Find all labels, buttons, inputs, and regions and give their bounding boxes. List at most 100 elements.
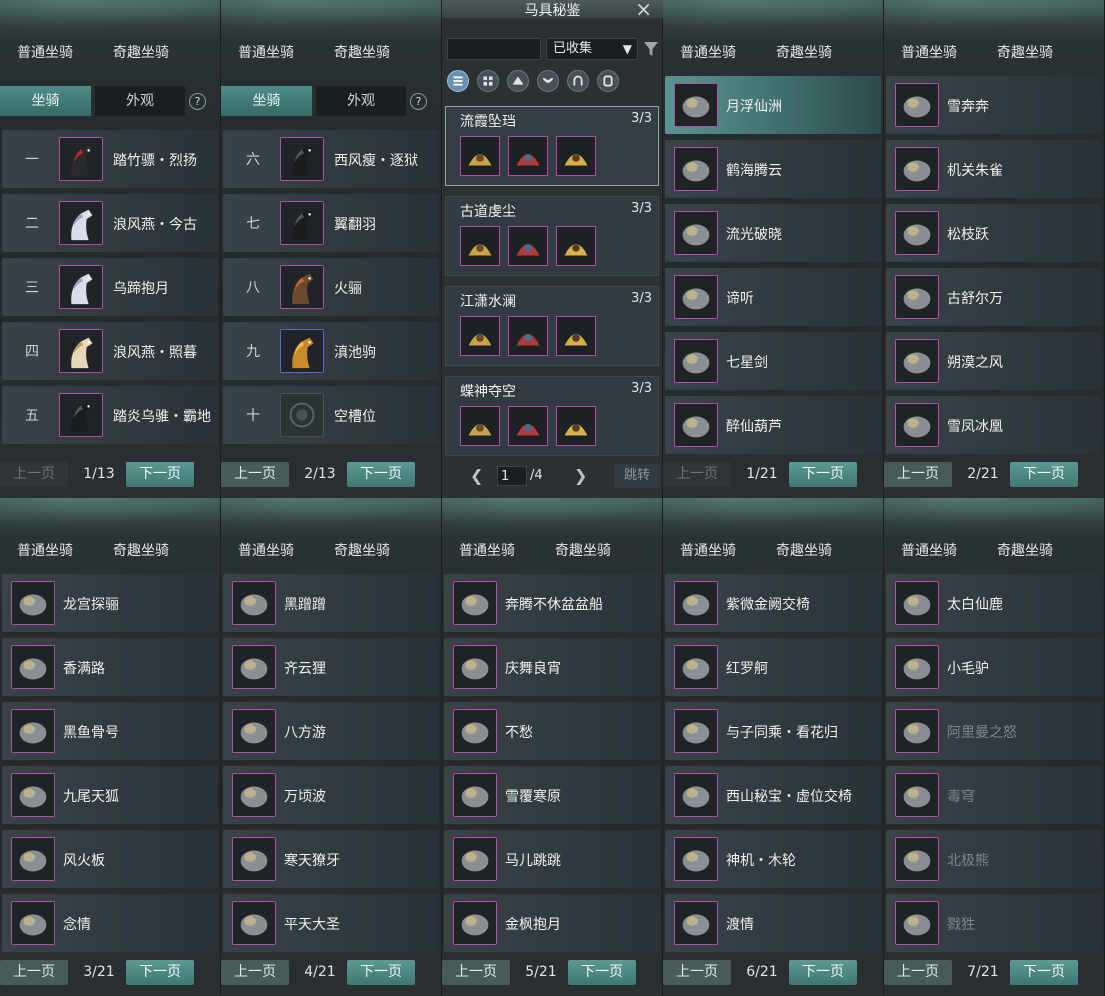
- next-page-button[interactable]: 下一页: [347, 960, 415, 985]
- mount-row[interactable]: 小毛驴: [886, 638, 1102, 696]
- red-saddle-icon[interactable]: [508, 316, 548, 356]
- next-page-button[interactable]: 下一页: [789, 960, 857, 985]
- mount-row[interactable]: 毒穹: [886, 766, 1102, 824]
- mount-row[interactable]: 北极熊: [886, 830, 1102, 888]
- tab-normal-mount[interactable]: 普通坐骑: [238, 540, 294, 560]
- prev-page-button[interactable]: 上一页: [221, 462, 289, 487]
- mount-row[interactable]: 金枫抱月: [444, 894, 660, 952]
- tab-mount[interactable]: 坐骑: [221, 86, 312, 116]
- mount-row[interactable]: 五 踏炎乌骓・霸地: [2, 386, 218, 444]
- prev-page-button[interactable]: 上一页: [442, 960, 510, 985]
- mount-row[interactable]: 寒天獠牙: [223, 830, 439, 888]
- horseshoe-icon[interactable]: [567, 70, 589, 92]
- mount-row[interactable]: 机关朱雀: [886, 140, 1102, 198]
- gold-bridle-icon[interactable]: [460, 226, 500, 266]
- grid-icon[interactable]: [477, 70, 499, 92]
- mount-row[interactable]: 奔腾不休盆盆船: [444, 574, 660, 632]
- mount-row[interactable]: 香满路: [2, 638, 218, 696]
- mount-row[interactable]: 七 翼翻羽: [223, 194, 439, 252]
- tab-fun-mount[interactable]: 奇趣坐骑: [776, 42, 832, 62]
- mount-row[interactable]: 雪凤冰凰: [886, 396, 1102, 454]
- gold-head-armor-icon[interactable]: [460, 136, 500, 176]
- mount-row[interactable]: 戮狌: [886, 894, 1102, 952]
- mount-row[interactable]: 马儿跳跳: [444, 830, 660, 888]
- prev-page-button[interactable]: 上一页: [663, 462, 731, 487]
- gold-saddle-icon[interactable]: [508, 226, 548, 266]
- prev-page-button[interactable]: 上一页: [0, 960, 68, 985]
- next-page-button[interactable]: 下一页: [1010, 960, 1078, 985]
- red-saddle-icon[interactable]: [508, 136, 548, 176]
- mount-row[interactable]: 太白仙鹿: [886, 574, 1102, 632]
- mount-row[interactable]: 三 乌蹄抱月: [2, 258, 218, 316]
- mount-row[interactable]: 八方游: [223, 702, 439, 760]
- prev-page-button[interactable]: 上一页: [0, 462, 68, 487]
- blue-chest-icon[interactable]: [460, 316, 500, 356]
- mount-row[interactable]: 红罗舸: [665, 638, 881, 696]
- saddle-icon[interactable]: [507, 70, 529, 92]
- mount-row[interactable]: 八 火骊: [223, 258, 439, 316]
- tab-appearance[interactable]: 外观: [95, 86, 185, 116]
- prev-page-button[interactable]: 上一页: [884, 462, 952, 487]
- tab-fun-mount[interactable]: 奇趣坐骑: [997, 42, 1053, 62]
- tab-fun-mount[interactable]: 奇趣坐骑: [555, 540, 611, 560]
- mount-row[interactable]: 十 空槽位: [223, 386, 439, 444]
- mount-row[interactable]: 松枝跃: [886, 204, 1102, 262]
- purple-saddle-icon[interactable]: [508, 406, 548, 446]
- prev-page-button[interactable]: 上一页: [884, 960, 952, 985]
- mount-row[interactable]: 黑蹭蹭: [223, 574, 439, 632]
- mount-row[interactable]: 月浮仙洲: [665, 76, 881, 134]
- tab-normal-mount[interactable]: 普通坐骑: [680, 42, 736, 62]
- mount-row[interactable]: 六 西风瘦・逐狱: [223, 130, 439, 188]
- mount-row[interactable]: 雪覆寒原: [444, 766, 660, 824]
- gold-horn-icon[interactable]: [556, 226, 596, 266]
- tab-fun-mount[interactable]: 奇趣坐骑: [113, 42, 169, 62]
- mount-row[interactable]: 龙宫探骊: [2, 574, 218, 632]
- next-page-button[interactable]: 下一页: [347, 462, 415, 487]
- tab-normal-mount[interactable]: 普通坐骑: [238, 42, 294, 62]
- tab-fun-mount[interactable]: 奇趣坐骑: [334, 540, 390, 560]
- tab-fun-mount[interactable]: 奇趣坐骑: [776, 540, 832, 560]
- mount-row[interactable]: 一 踏竹骠・烈扬: [2, 130, 218, 188]
- mount-row[interactable]: 醉仙葫芦: [665, 396, 881, 454]
- mount-row[interactable]: 西山秘宝・虚位交椅: [665, 766, 881, 824]
- mount-row[interactable]: 不愁: [444, 702, 660, 760]
- mount-row[interactable]: 古舒尔万: [886, 268, 1102, 326]
- list-icon[interactable]: [447, 70, 469, 92]
- next-page-button[interactable]: 下一页: [789, 462, 857, 487]
- tab-fun-mount[interactable]: 奇趣坐骑: [334, 42, 390, 62]
- tack-set-card[interactable]: 蝶神夺空 3/3: [445, 376, 659, 456]
- prev-arrow-icon[interactable]: ❮: [470, 466, 483, 485]
- help-icon[interactable]: ?: [189, 93, 206, 110]
- page-input[interactable]: [497, 466, 527, 486]
- filter-icon[interactable]: [644, 41, 658, 57]
- mount-row[interactable]: 平天大圣: [223, 894, 439, 952]
- tack-set-card[interactable]: 江潇水澜 3/3: [445, 286, 659, 366]
- tab-normal-mount[interactable]: 普通坐骑: [17, 540, 73, 560]
- mount-row[interactable]: 风火板: [2, 830, 218, 888]
- mount-row[interactable]: 齐云狸: [223, 638, 439, 696]
- mount-row[interactable]: 阿里曼之怒: [886, 702, 1102, 760]
- tab-appearance[interactable]: 外观: [316, 86, 406, 116]
- mount-row[interactable]: 谛听: [665, 268, 881, 326]
- blue-helm-icon[interactable]: [556, 316, 596, 356]
- mount-row[interactable]: 九尾天狐: [2, 766, 218, 824]
- mount-row[interactable]: 鹤海腾云: [665, 140, 881, 198]
- mount-row[interactable]: 二 浪风燕・今古: [2, 194, 218, 252]
- jump-button[interactable]: 跳转: [614, 464, 660, 488]
- tab-normal-mount[interactable]: 普通坐骑: [17, 42, 73, 62]
- tab-normal-mount[interactable]: 普通坐骑: [901, 42, 957, 62]
- chest-armor-icon[interactable]: [537, 70, 559, 92]
- mount-row[interactable]: 四 浪风燕・照暮: [2, 322, 218, 380]
- horn-icon[interactable]: [556, 136, 596, 176]
- mount-row[interactable]: 黑鱼骨号: [2, 702, 218, 760]
- next-page-button[interactable]: 下一页: [1010, 462, 1078, 487]
- mount-row[interactable]: 渡情: [665, 894, 881, 952]
- mount-row[interactable]: 神机・木轮: [665, 830, 881, 888]
- mount-row[interactable]: 庆舞良宵: [444, 638, 660, 696]
- next-page-button[interactable]: 下一页: [126, 462, 194, 487]
- mount-row[interactable]: 念情: [2, 894, 218, 952]
- stirrup-icon[interactable]: [597, 70, 619, 92]
- help-icon[interactable]: ?: [410, 93, 427, 110]
- tab-fun-mount[interactable]: 奇趣坐骑: [997, 540, 1053, 560]
- mount-row[interactable]: 九 滇池驹: [223, 322, 439, 380]
